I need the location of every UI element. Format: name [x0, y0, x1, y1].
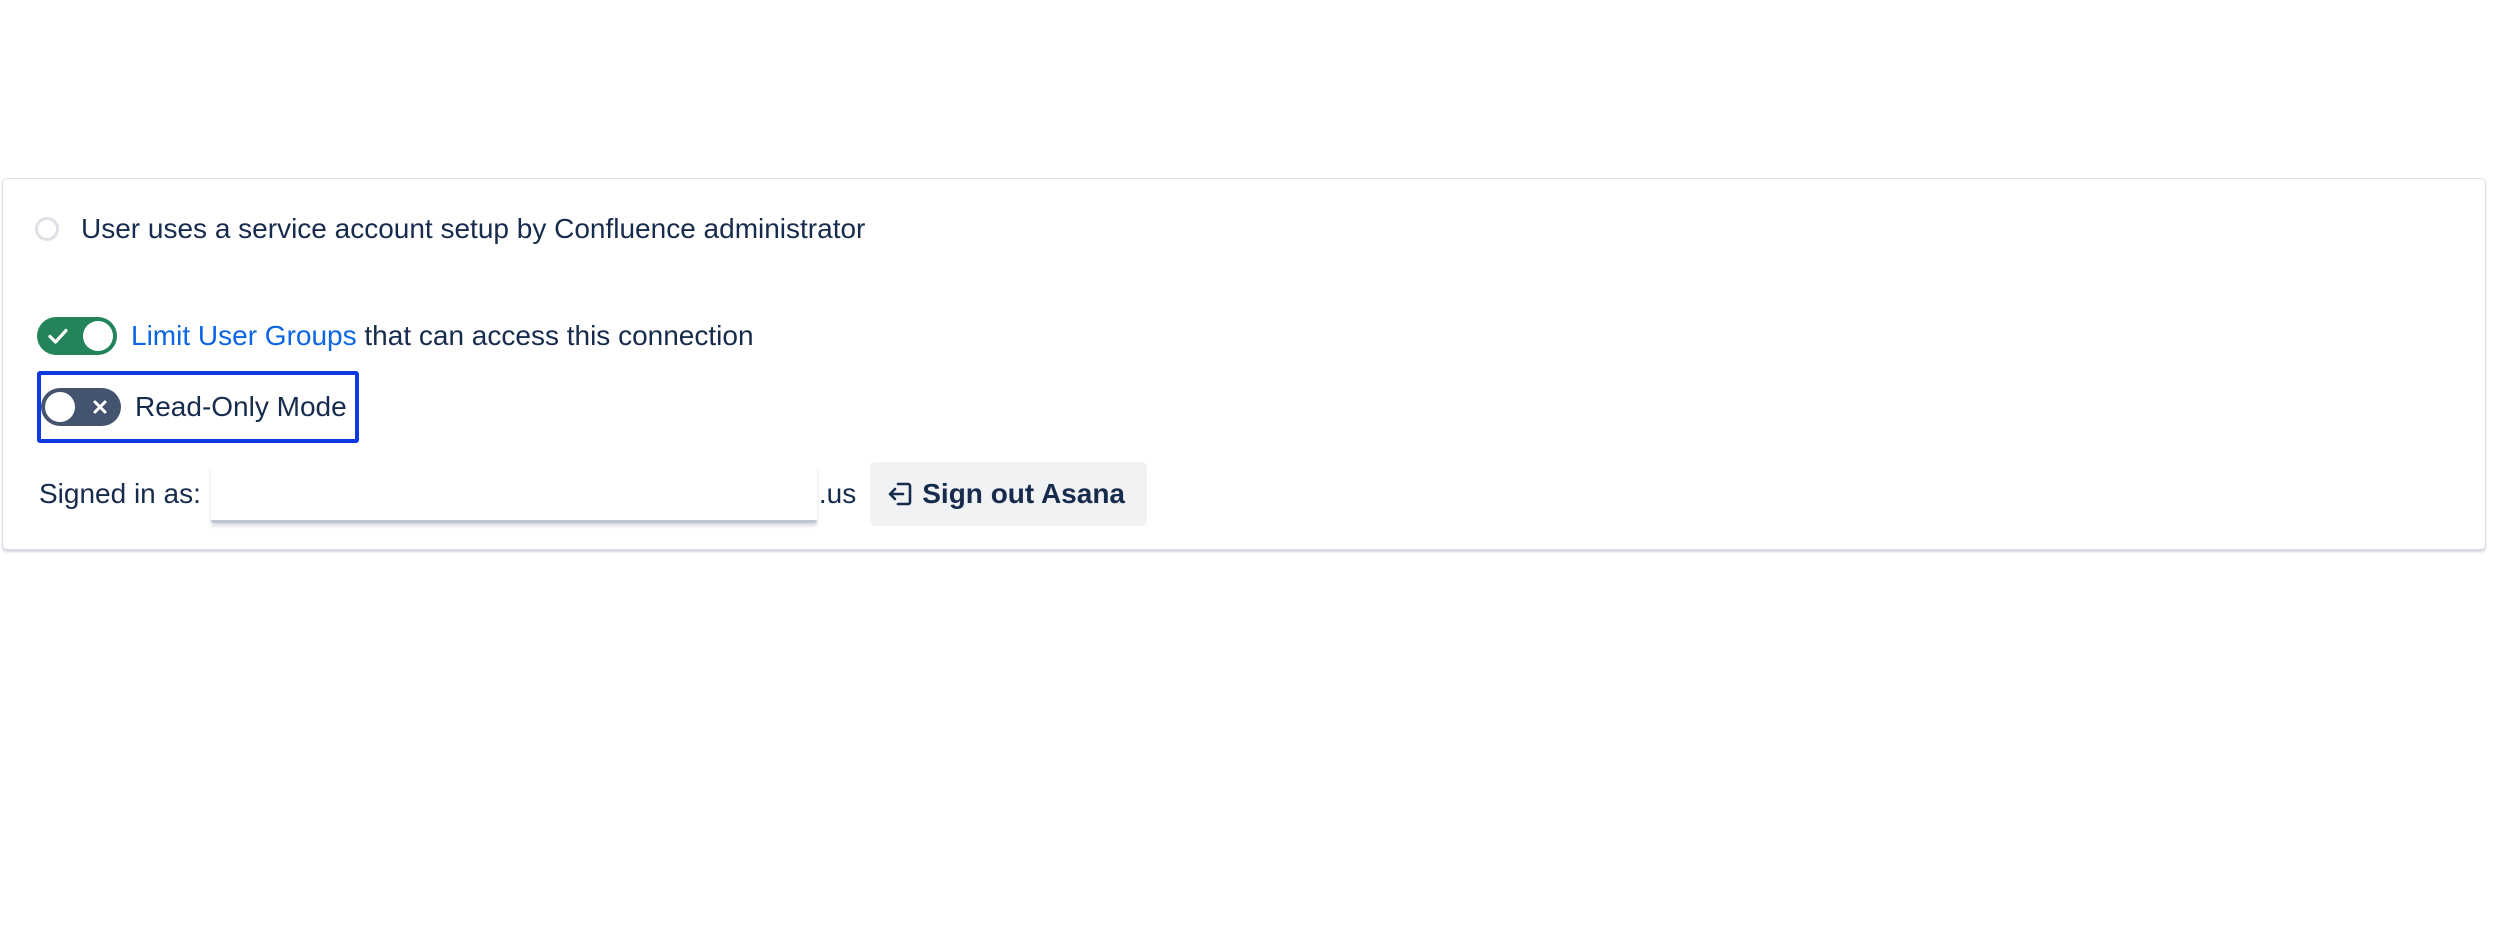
limit-user-groups-text: Limit User Groups that can access this c…	[131, 314, 754, 358]
sign-out-button-label: Sign out Asana	[922, 478, 1126, 509]
signed-in-email-suffix: .us	[818, 478, 857, 509]
signed-in-label: Signed in as:	[39, 478, 201, 509]
signed-in-row: Signed in as: .us Sign out Asana	[39, 462, 1148, 526]
limit-user-groups-row: Limit User Groups that can access this c…	[37, 314, 754, 358]
read-only-mode-label: Read-Only Mode	[135, 391, 347, 422]
read-only-mode-row: Read-Only Mode	[37, 371, 359, 443]
sign-out-icon	[886, 480, 914, 508]
toggle-knob	[45, 392, 75, 422]
service-account-radio[interactable]	[35, 217, 59, 241]
read-only-mode-toggle[interactable]	[41, 388, 121, 426]
toggle-knob	[83, 321, 113, 351]
limit-user-groups-toggle[interactable]	[37, 317, 117, 355]
cross-icon	[85, 388, 115, 426]
signed-in-email-redaction	[210, 465, 817, 523]
service-account-radio-option[interactable]: User uses a service account setup by Con…	[35, 209, 865, 249]
service-account-radio-label: User uses a service account setup by Con…	[81, 213, 866, 244]
limit-user-groups-link[interactable]: Limit User Groups	[131, 320, 357, 351]
limit-user-groups-description: that can access this connection	[356, 320, 754, 351]
checkmark-icon	[43, 317, 73, 355]
sign-out-button[interactable]: Sign out Asana	[870, 462, 1148, 526]
connection-settings-panel: User uses a service account setup by Con…	[2, 178, 2486, 550]
